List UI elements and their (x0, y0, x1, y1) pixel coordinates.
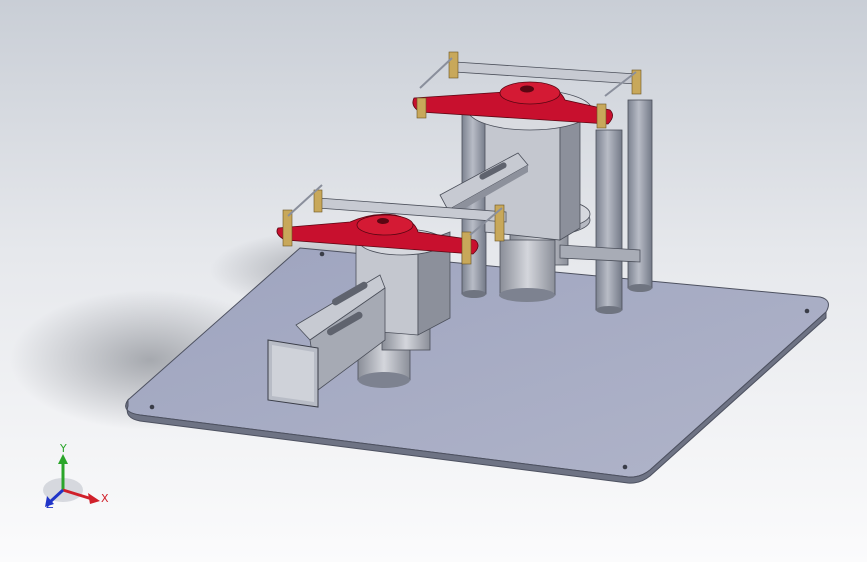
assembly-model[interactable] (0, 0, 867, 562)
y-axis-label: Y (60, 442, 67, 455)
mount-hole (804, 308, 810, 314)
horn-hub (499, 81, 561, 105)
z-axis-label: Z (46, 498, 54, 511)
axis-triad-graphic (43, 454, 100, 507)
3d-viewport[interactable]: Y X Z (0, 0, 867, 562)
mount-hole (319, 251, 325, 257)
y-axis-head (58, 454, 68, 464)
column-foot (596, 306, 622, 314)
x-axis-head (88, 493, 100, 504)
hub-lower (499, 239, 556, 296)
orientation-triad: Y X Z (30, 440, 120, 520)
rear-crossbar (454, 61, 637, 85)
hub-lower-cap (499, 288, 555, 302)
column-foot (462, 290, 486, 298)
column-foot (628, 284, 652, 292)
x-axis-label: X (101, 492, 109, 505)
mount-hole (622, 464, 628, 470)
support-column (595, 129, 623, 311)
mount-hole (149, 404, 155, 410)
